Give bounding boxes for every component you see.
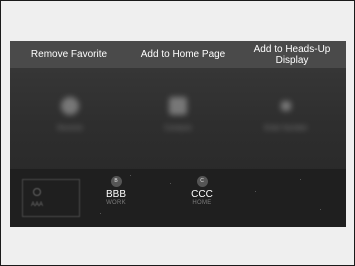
favorite-subtitle: HOME: [192, 200, 212, 206]
contacts-label: Contacts: [164, 125, 192, 132]
phone-screen: Remove Favorite Add to Home Page Add to …: [10, 41, 346, 227]
figure-frame: Remove Favorite Add to Home Page Add to …: [0, 0, 355, 266]
contacts-icon: [169, 97, 187, 115]
add-to-home-page-button[interactable]: Add to Home Page: [128, 41, 238, 68]
favorite-name: BBB: [105, 189, 126, 200]
favorite-badge: B: [110, 176, 122, 187]
favorite-subtitle: WORK: [106, 200, 126, 206]
favorite-slot-label: AAA: [31, 202, 44, 208]
enter-number-tile: Enter Number: [246, 83, 326, 153]
favorite-item-bbb[interactable]: B BBB WORK: [86, 176, 146, 207]
clock-icon: [61, 97, 79, 115]
favorite-name: CCC: [191, 189, 213, 200]
keypad-icon: [281, 101, 291, 111]
contacts-tile: Contacts: [138, 83, 218, 153]
favorites-row: AAA B BBB WORK C CCC HOME: [10, 169, 346, 227]
add-to-heads-up-display-button[interactable]: Add to Heads-Up Display: [238, 41, 346, 68]
recents-label: Recents: [57, 125, 83, 132]
contact-icon: [33, 188, 41, 196]
favorite-slot-aaa[interactable]: AAA: [22, 179, 80, 217]
blurred-phone-menu: Recents Contacts Enter Number: [10, 83, 346, 153]
favorite-action-menu: Remove Favorite Add to Home Page Add to …: [10, 41, 346, 68]
remove-favorite-button[interactable]: Remove Favorite: [10, 41, 128, 68]
favorite-item-ccc[interactable]: C CCC HOME: [172, 176, 232, 207]
enter-number-label: Enter Number: [264, 125, 308, 132]
favorite-badge: C: [196, 176, 208, 187]
recents-tile: Recents: [30, 83, 110, 153]
